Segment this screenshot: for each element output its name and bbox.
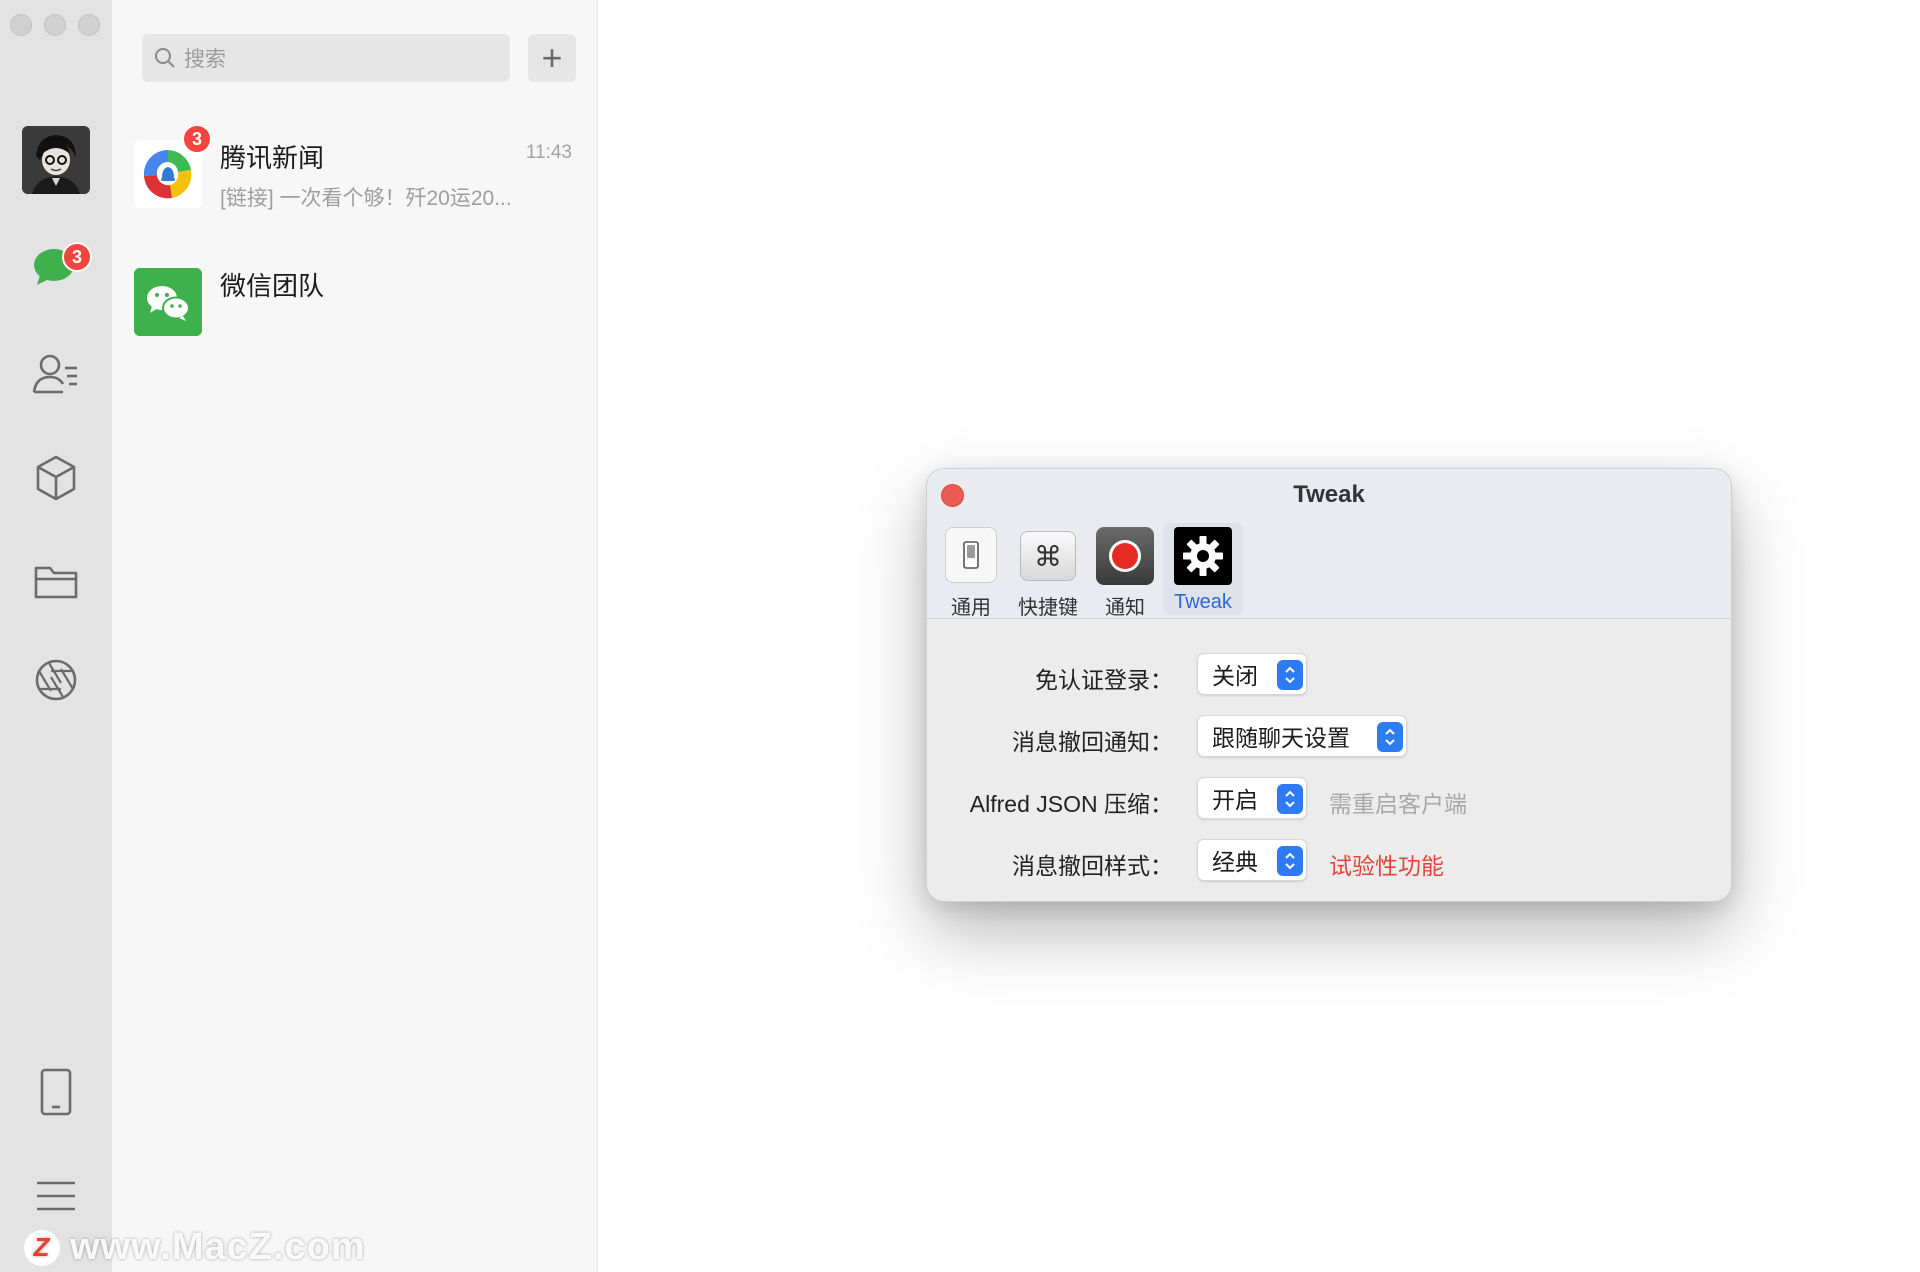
select-value: 开启 [1212,787,1258,813]
tab-label: 通知 [1105,597,1145,619]
window-close-button[interactable] [10,14,32,36]
contacts-icon [32,354,77,394]
select-value: 经典 [1212,849,1258,875]
experimental-feature-note: 试验性功能 [1329,853,1444,879]
phone-icon [40,1068,72,1116]
chat-list-panel: 搜索 + 3 腾讯新闻 11:43 [链接] 一次看个够！歼20运20... 微… [112,0,598,1272]
setting-row-recall-style: 消息撤回样式： 经典 试验性功能 [927,839,1731,885]
add-button[interactable]: + [528,34,576,82]
switch-icon [945,527,997,583]
command-key-icon: ⌘ [1020,531,1076,581]
chat-unread-badge: 3 [62,242,92,272]
alfred-json-select[interactable]: 开启 [1197,777,1307,819]
nav-menu[interactable] [28,1168,84,1224]
avatar-illustration [22,126,90,194]
tab-general[interactable]: 通用 [935,523,1007,619]
setting-row-recall-notify: 消息撤回通知： 跟随聊天设置 [927,715,1731,761]
setting-row-auth-free-login: 免认证登录： 关闭 [927,653,1731,699]
tab-notifications[interactable]: 通知 [1089,523,1161,619]
aperture-icon [35,659,77,701]
chat-name: 微信团队 [220,271,325,301]
chat-time: 11:43 [525,142,572,163]
window-zoom-button[interactable] [78,14,100,36]
search-placeholder: 搜索 [184,48,226,71]
folder-icon [34,566,78,599]
dialog-toolbar-area: Tweak 通用 ⌘ 快捷键 通知 Tweak [927,469,1731,619]
up-down-chevron-icon [1277,846,1303,876]
watermark: Z www.MacZ.com [24,1226,366,1269]
chat-item[interactable]: 微信团队 [112,236,598,364]
chat-item[interactable]: 3 腾讯新闻 11:43 [链接] 一次看个够！歼20运20... [112,108,598,236]
auth-free-login-select[interactable]: 关闭 [1197,653,1307,695]
nav-mini-programs[interactable] [28,450,84,506]
tab-label: 通用 [951,597,991,619]
nav-phone[interactable] [28,1064,84,1120]
cube-icon [36,455,76,501]
up-down-chevron-icon [1277,660,1303,690]
nav-contacts[interactable] [28,346,84,402]
tab-label: 快捷键 [1018,597,1078,619]
setting-label: 消息撤回样式： [1012,853,1173,879]
setting-row-alfred-json: Alfred JSON 压缩： 开启 需重启客户端 [927,777,1731,823]
setting-label: 免认证登录： [1035,667,1173,693]
chat-preview: [链接] 一次看个够！歼20运20... [220,187,512,210]
hamburger-menu-icon [37,1181,75,1211]
user-avatar[interactable] [22,126,90,194]
tab-tweak[interactable]: Tweak [1163,523,1243,615]
up-down-chevron-icon [1277,784,1303,814]
select-value: 关闭 [1212,663,1258,689]
setting-label: Alfred JSON 压缩： [969,791,1173,817]
restart-required-note: 需重启客户端 [1329,791,1467,817]
recall-notify-select[interactable]: 跟随聊天设置 [1197,715,1407,757]
setting-label: 消息撤回通知： [1012,729,1173,755]
sidebar-rail: 3 [0,0,112,1272]
record-icon [1096,527,1154,585]
chat-unread-badge: 3 [182,124,212,154]
tweak-preferences-dialog: Tweak 通用 ⌘ 快捷键 通知 Tweak 免认证登录： 关闭 消息撤回通知… [926,468,1732,902]
nav-files[interactable] [28,554,84,610]
search-icon [155,48,175,68]
wechat-logo-icon [134,268,202,336]
watermark-text: www.MacZ.com [70,1226,366,1268]
nav-moments[interactable] [28,652,84,708]
tab-shortcuts[interactable]: ⌘ 快捷键 [1012,523,1084,619]
macz-logo-icon: Z [24,1229,60,1266]
select-value: 跟随聊天设置 [1212,725,1350,751]
chat-name: 腾讯新闻 [220,143,325,173]
dialog-title: Tweak [1293,481,1365,508]
tab-label: Tweak [1174,591,1232,613]
gear-icon [1174,527,1232,585]
nav-chats[interactable]: 3 [28,240,92,296]
search-box[interactable]: 搜索 [142,34,510,82]
window-minimize-button[interactable] [44,14,66,36]
recall-style-select[interactable]: 经典 [1197,839,1307,881]
chat-avatar [134,268,202,336]
up-down-chevron-icon [1377,722,1403,752]
